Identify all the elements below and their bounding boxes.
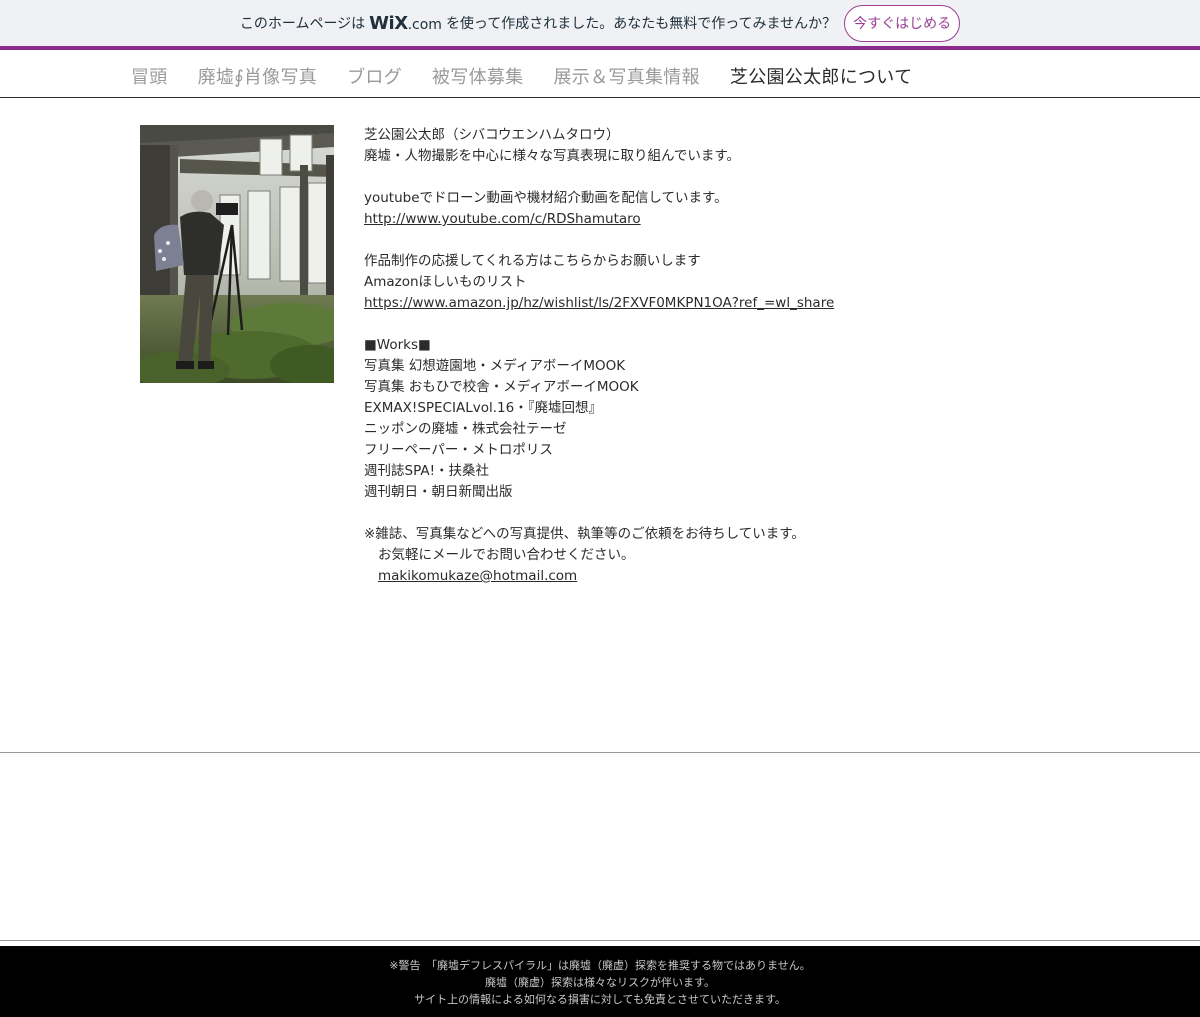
banner-pre-text: このホームページは [239,16,366,32]
works-item: EXMAX!SPECIALvol.16・『廃墟回想』 [364,400,602,416]
main-nav: 冒頭 廃墟∮肖像写真 ブログ 被写体募集 展示＆写真集情報 芝公園公太郎について [0,50,1200,98]
nav-item-ruins-portrait[interactable]: 廃墟∮肖像写真 [198,63,317,89]
request-text: ※雑誌、写真集などへの写真提供、執筆等のご依頼をお待ちしています。 [364,526,805,542]
email-link[interactable]: makikomukaze@hotmail.com [378,568,577,584]
profile-photo [140,125,334,383]
nav-menu: 冒頭 廃墟∮肖像写真 ブログ 被写体募集 展示＆写真集情報 芝公園公太郎について [131,63,912,89]
works-item: 週刊誌SPA!・扶桑社 [364,463,489,479]
amazon-wishlist-label: Amazonほしいものリスト [364,274,527,290]
footer-divider [0,940,1200,941]
wix-logo-mark: WiX [369,12,408,34]
contact-text: お気軽にメールでお問い合わせください。 [378,547,635,563]
works-item: 週刊朝日・朝日新聞出版 [364,484,513,500]
nav-item-model-recruitment[interactable]: 被写体募集 [432,63,524,89]
profile-intro: 廃墟・人物撮影を中心に様々な写真表現に取り組んでいます。 [364,148,740,164]
works-heading: ■Works■ [364,337,431,353]
wix-logo-suffix: .com [407,16,442,33]
works-item: 写真集 おもひで校舎・メディアボーイMOOK [364,379,639,395]
works-item: フリーペーパー・メトロポリス [364,442,553,458]
footer-risk-line: 廃墟（廃虚）探索は様々なリスクが伴います。 [485,976,715,989]
works-item: 写真集 幻想遊園地・メディアボーイMOOK [364,358,626,374]
profile-bio: 芝公園公太郎（シバコウエンハムタロウ） 廃墟・人物撮影を中心に様々な写真表現に取… [364,125,1124,587]
nav-item-about[interactable]: 芝公園公太郎について [730,63,912,89]
start-now-button[interactable]: 今すぐはじめる [844,4,961,42]
footer: ※警告 「廃墟デフレスパイラル」は廃墟（廃虚）探索を推奨する物ではありません。 … [0,946,1200,1017]
youtube-link[interactable]: http://www.youtube.com/c/RDShamutaro [364,211,641,227]
wix-promo-banner: このホームページは WiX .com を使って作成されました。あなたも無料で作って… [0,0,1200,46]
profile-name: 芝公園公太郎（シバコウエンハムタロウ） [364,127,620,143]
amazon-wishlist-link[interactable]: https://www.amazon.jp/hz/wishlist/ls/2FX… [364,295,834,311]
nav-item-exhibitions[interactable]: 展示＆写真集情報 [554,63,700,89]
footer-disclaimer-line: サイト上の情報による如何なる損害に対しても免責とさせていただきます。 [414,993,786,1006]
support-text: 作品制作の応援してくれる方はこちらからお願いします [364,253,701,269]
banner-post-text: を使って作成されました。あなたも無料で作ってみませんか？ [445,16,837,32]
works-item: ニッポンの廃墟・株式会社テーゼ [364,421,567,437]
youtube-description: youtubeでドローン動画や機材紹介動画を配信しています。 [364,190,728,206]
nav-item-blog[interactable]: ブログ [347,63,402,89]
content-divider [0,752,1200,753]
footer-warning-line: ※警告 「廃墟デフレスパイラル」は廃墟（廃虚）探索を推奨する物ではありません。 [389,959,811,972]
wix-logo[interactable]: WiX .com [369,13,442,34]
nav-item-top[interactable]: 冒頭 [131,63,168,89]
